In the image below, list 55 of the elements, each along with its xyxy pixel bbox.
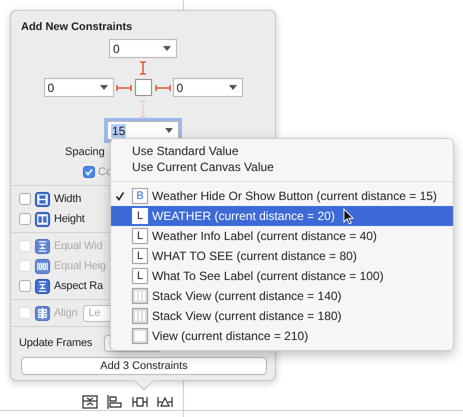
menu-item[interactable]: View (current distance = 210) — [111, 326, 453, 346]
menu-item[interactable]: L Weather Info Label (current distance = 40) — [111, 226, 453, 246]
label-badge-icon: L — [132, 268, 148, 284]
checkbox[interactable] — [19, 213, 31, 225]
dropdown-arrow-icon[interactable] — [163, 46, 171, 51]
menu-item[interactable]: Stack View (current distance = 180) — [111, 306, 453, 326]
label-badge-icon: L — [132, 248, 148, 264]
constraint-label: Equal Wid — [54, 240, 102, 252]
menu-item[interactable]: Use Standard Value — [111, 143, 453, 159]
align-icon — [35, 306, 50, 320]
aspect-ratio-icon — [35, 278, 50, 294]
left-constraint-icon[interactable] — [116, 82, 132, 92]
align-icon[interactable] — [107, 395, 123, 409]
top-spacing-field[interactable]: 0 — [109, 39, 177, 58]
menu-item[interactable]: Stack View (current distance = 140) — [111, 286, 453, 306]
equal-heights-icon — [35, 258, 50, 274]
constraint-label: Equal Heig — [54, 260, 106, 272]
view-icon — [132, 328, 148, 344]
left-spacing-field[interactable]: 0 — [44, 78, 114, 97]
label-badge-icon: L — [132, 208, 148, 224]
add-constraints-button[interactable]: Add 3 Constraints — [21, 357, 267, 375]
stack-view-icon — [132, 308, 148, 324]
button-badge-icon: B — [132, 188, 148, 204]
menu-item[interactable]: B Weather Hide Or Show Button (current distance = 15) — [111, 186, 453, 206]
stack-view-icon — [132, 288, 148, 304]
right-spacing-field[interactable]: 0 — [172, 78, 242, 97]
constraint-label: Aspect Ra — [54, 280, 103, 292]
mouse-cursor-icon — [343, 208, 354, 225]
top-constraint-icon[interactable] — [138, 61, 148, 75]
constraint-label: Width — [54, 193, 82, 205]
menu-item[interactable]: L WHAT TO SEE (current distance = 80) — [111, 246, 453, 266]
dropdown-arrow-icon[interactable] — [228, 85, 236, 90]
checkbox[interactable] — [83, 166, 95, 178]
update-frames-label: Update Frames — [19, 337, 92, 349]
label-badge-icon: L — [132, 228, 148, 244]
height-icon — [35, 212, 50, 226]
pin-icon[interactable] — [132, 395, 148, 409]
view-square — [134, 79, 152, 96]
menu-item[interactable]: L WEATHER (current distance = 20) — [111, 206, 453, 226]
menu-item[interactable]: L What To See Label (current distance = 100) — [111, 266, 453, 286]
dropdown-arrow-icon[interactable] — [100, 85, 108, 90]
checkbox[interactable] — [19, 280, 31, 292]
popover-title: Add New Constraints — [21, 21, 134, 33]
menu-item[interactable]: Use Current Canvas Value — [111, 159, 453, 175]
constraint-label: Align — [54, 307, 78, 319]
right-constraint-icon[interactable] — [154, 82, 170, 92]
checkbox[interactable] — [19, 193, 31, 205]
dropdown-arrow-icon[interactable] — [165, 128, 173, 133]
constraint-label: Height — [54, 213, 85, 225]
width-icon — [35, 192, 50, 206]
equal-widths-icon — [35, 238, 50, 254]
bottom-spacing-field[interactable]: 15 — [107, 121, 179, 140]
stack-icon[interactable] — [82, 395, 98, 409]
spacing-label: Spacing — [65, 146, 105, 158]
resolve-icon[interactable] — [157, 395, 173, 409]
